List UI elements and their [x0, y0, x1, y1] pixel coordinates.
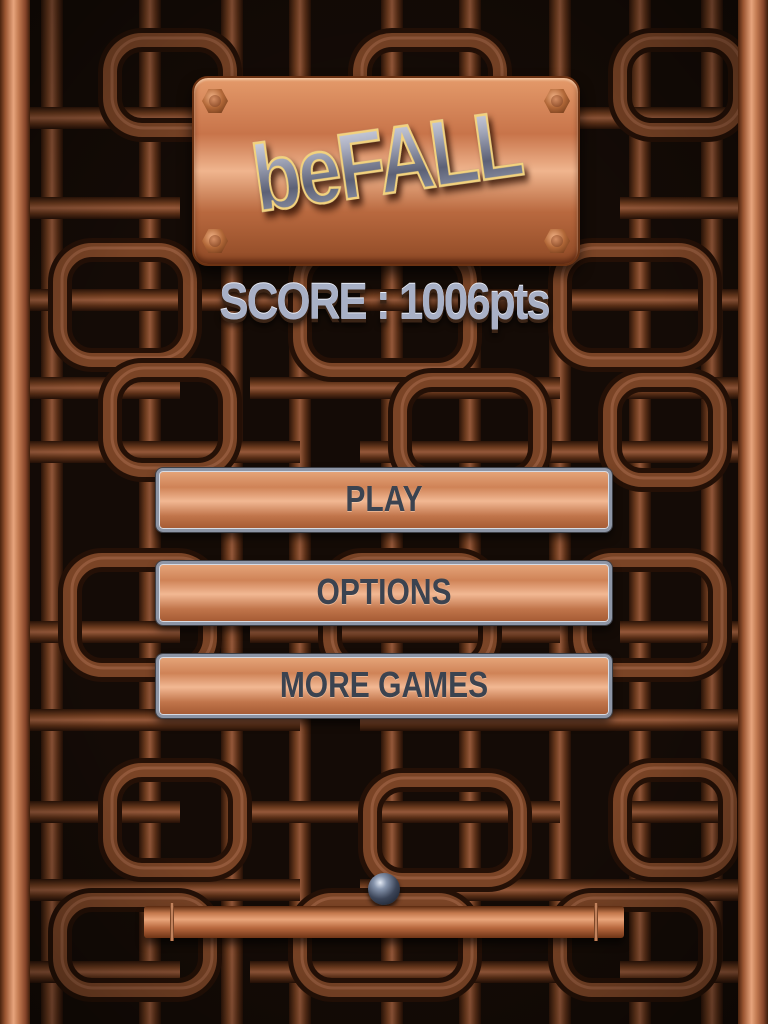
paddle-joint [594, 903, 598, 941]
steel-ball-icon [368, 873, 400, 905]
play-button[interactable]: PLAY [156, 468, 612, 532]
logo-plate: beFALL [192, 76, 580, 266]
left-border-pipe [0, 0, 30, 1024]
more-games-button-label: MORE GAMES [279, 665, 489, 706]
options-button-label: OPTIONS [316, 572, 452, 613]
game-logo-text: beFALL [189, 88, 582, 234]
paddle-joint [170, 903, 174, 941]
game-screen: beFALL SCORE : 1006pts PLAY OPTIONS MORE… [0, 0, 768, 1024]
score-display: SCORE : 1006pts [219, 274, 550, 331]
play-button-label: PLAY [345, 479, 423, 520]
hex-bolt-icon [544, 229, 570, 253]
hex-bolt-icon [202, 89, 228, 113]
copper-pipe-paddle[interactable] [144, 903, 624, 941]
more-games-button[interactable]: MORE GAMES [156, 654, 612, 718]
right-border-pipe [738, 0, 768, 1024]
options-button[interactable]: OPTIONS [156, 561, 612, 625]
